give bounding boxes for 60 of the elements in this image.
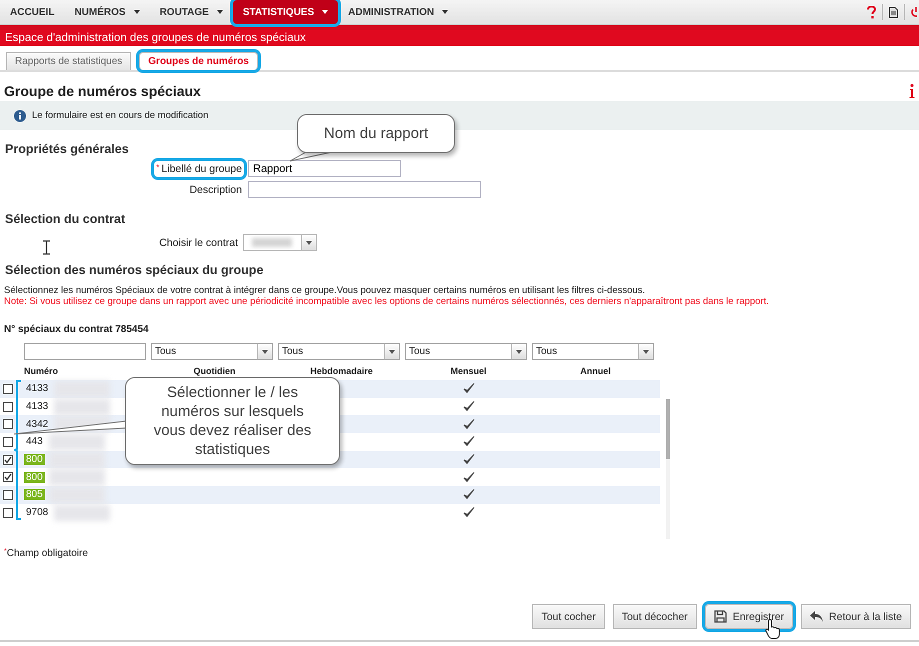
number-cell: 800 bbox=[24, 454, 45, 466]
checkbox[interactable] bbox=[3, 384, 13, 394]
info-icon bbox=[14, 110, 26, 122]
description-text: Sélectionnez les numéros Spéciaux de votre contrat à intégrer dans ce groupe.Vous pouvez masquer certains numéros en utilisant les filtres ci-dessous. bbox=[3, 285, 646, 296]
column-header: Hebdomadaire bbox=[309, 365, 374, 378]
blurred-redaction bbox=[48, 434, 105, 450]
checkbox[interactable] bbox=[3, 419, 13, 430]
checkbox[interactable] bbox=[3, 402, 13, 412]
number-cell-text: 4342 bbox=[25, 418, 50, 430]
blurred-redaction bbox=[252, 238, 292, 247]
warning-note: Note: Si vous utilisez ce groupe dans un rapport avec une périodicité incompatible avec les options de certains numéros sélectionnés, ces derniers n'apparaîtront pas dans le rapport. bbox=[3, 296, 770, 307]
info-message: Le formulaire est en cours de modification bbox=[32, 110, 208, 121]
page-banner: Espace d'administration des groupes de numéros spéciaux bbox=[0, 25, 919, 46]
checkbox[interactable] bbox=[3, 436, 13, 447]
field-label: Choisir le contrat bbox=[158, 236, 239, 250]
page-title: Groupe de numéros spéciaux bbox=[4, 82, 201, 98]
action-button[interactable]: Enregistrer bbox=[704, 604, 794, 629]
info-icon[interactable] bbox=[909, 84, 915, 98]
number-cell-text: 9708 bbox=[25, 507, 50, 518]
section-heading: Sélection du contrat bbox=[4, 212, 126, 226]
action-button[interactable]: Retour à la liste bbox=[801, 604, 911, 629]
action-button[interactable]: Tout cocher bbox=[532, 604, 605, 629]
nav-menu-item[interactable]: ACCUEIL bbox=[0, 0, 64, 24]
section-heading: Propriétés générales bbox=[4, 142, 129, 156]
scrollbar[interactable] bbox=[666, 399, 670, 539]
column-header: Numéro bbox=[24, 365, 60, 378]
column-header: Annuel bbox=[579, 365, 612, 378]
nav-menu-item[interactable]: STATISTIQUES bbox=[232, 0, 338, 24]
field-label: Description bbox=[188, 182, 243, 198]
filter-dropdown[interactable]: Tous bbox=[405, 343, 527, 360]
checkbox[interactable] bbox=[3, 472, 13, 482]
number-cell-text: 4133 bbox=[25, 383, 50, 394]
number-cell-text: 443 bbox=[25, 436, 44, 448]
action-button[interactable]: Tout décocher bbox=[612, 604, 697, 629]
table-title: N° spéciaux du contrat 785454 bbox=[3, 324, 150, 335]
callout-bubble: Sélectionner le / les numéros sur lesquels vous devez réaliser des statistiques bbox=[125, 377, 340, 465]
number-cell: 800 bbox=[24, 472, 45, 483]
checkbox[interactable] bbox=[3, 454, 13, 465]
number-cell-text: 4133 bbox=[25, 401, 50, 412]
document-icon[interactable] bbox=[889, 6, 898, 18]
filter-dropdown[interactable]: Tous bbox=[278, 343, 400, 360]
filter-dropdown[interactable]: Tous bbox=[532, 343, 654, 360]
checkbox[interactable] bbox=[3, 508, 13, 518]
filter-dropdown[interactable]: Tous bbox=[151, 343, 273, 360]
checkbox[interactable] bbox=[3, 490, 13, 500]
text-cursor-icon bbox=[42, 240, 51, 255]
tab[interactable]: Groupes de numéros bbox=[139, 52, 258, 70]
help-icon[interactable] bbox=[867, 6, 876, 18]
column-header: Mensuel bbox=[449, 365, 488, 378]
nav-menu-item[interactable]: NUMÉROS bbox=[64, 0, 150, 24]
nav-menu-item[interactable]: ADMINISTRATION bbox=[338, 0, 458, 24]
field-label: * Libellé du groupe bbox=[154, 160, 244, 176]
reply-arrow-icon bbox=[810, 611, 824, 622]
text-field[interactable] bbox=[248, 181, 481, 198]
number-cell: 805 bbox=[24, 489, 45, 500]
column-header: Quotidien bbox=[192, 365, 236, 378]
number-filter-field[interactable] bbox=[24, 343, 146, 360]
tab[interactable]: Rapports de statistiques bbox=[6, 52, 132, 70]
section-heading: Sélection des numéros spéciaux du groupe bbox=[4, 263, 264, 277]
power-icon[interactable] bbox=[911, 6, 917, 18]
